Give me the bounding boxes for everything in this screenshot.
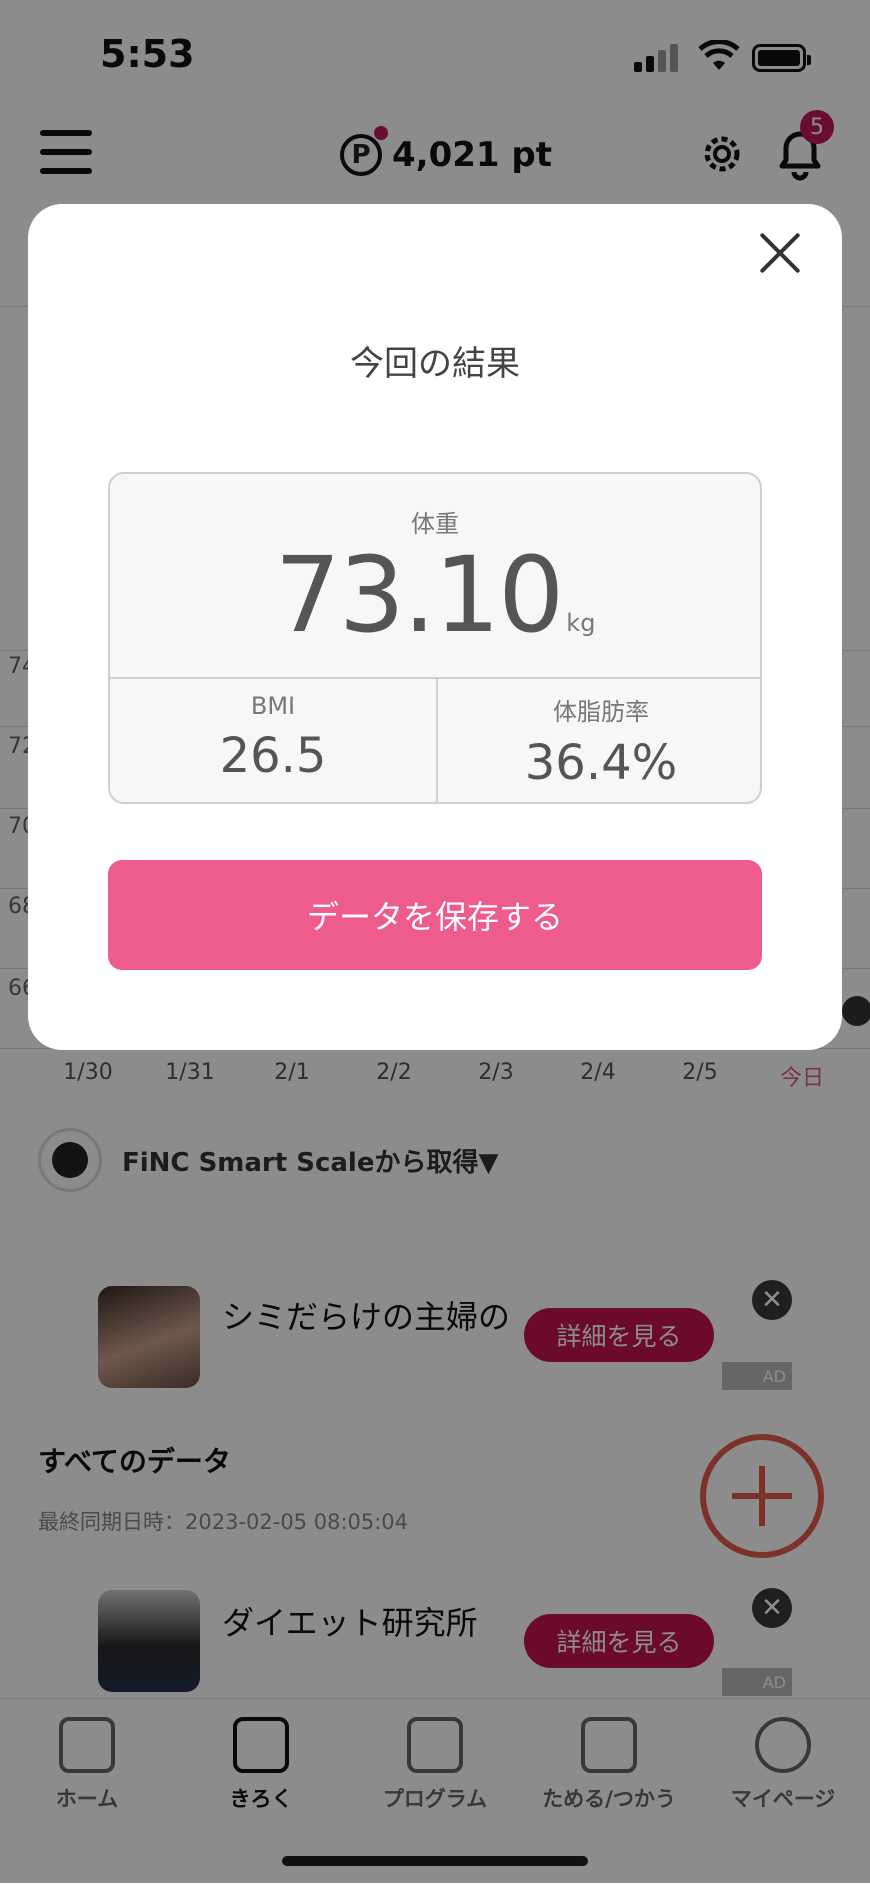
- bmi-label: BMI: [250, 692, 296, 720]
- result-box: 体重 73.10 kg BMI 26.5 体脂肪率 36.4%: [108, 472, 762, 804]
- save-data-button[interactable]: データを保存する: [108, 860, 762, 970]
- body-fat-cell: 体脂肪率 36.4%: [438, 692, 760, 791]
- bmi-value: 26.5: [219, 728, 327, 784]
- weight-value: 73.10: [274, 534, 565, 656]
- bmi-cell: BMI 26.5: [110, 692, 436, 784]
- body-fat-value: 36.4%: [524, 735, 678, 791]
- close-icon[interactable]: [756, 228, 806, 278]
- modal-title: 今回の結果: [350, 344, 520, 384]
- weight-unit: kg: [566, 609, 596, 637]
- home-indicator[interactable]: [282, 1856, 588, 1866]
- body-fat-label: 体脂肪率: [553, 698, 649, 726]
